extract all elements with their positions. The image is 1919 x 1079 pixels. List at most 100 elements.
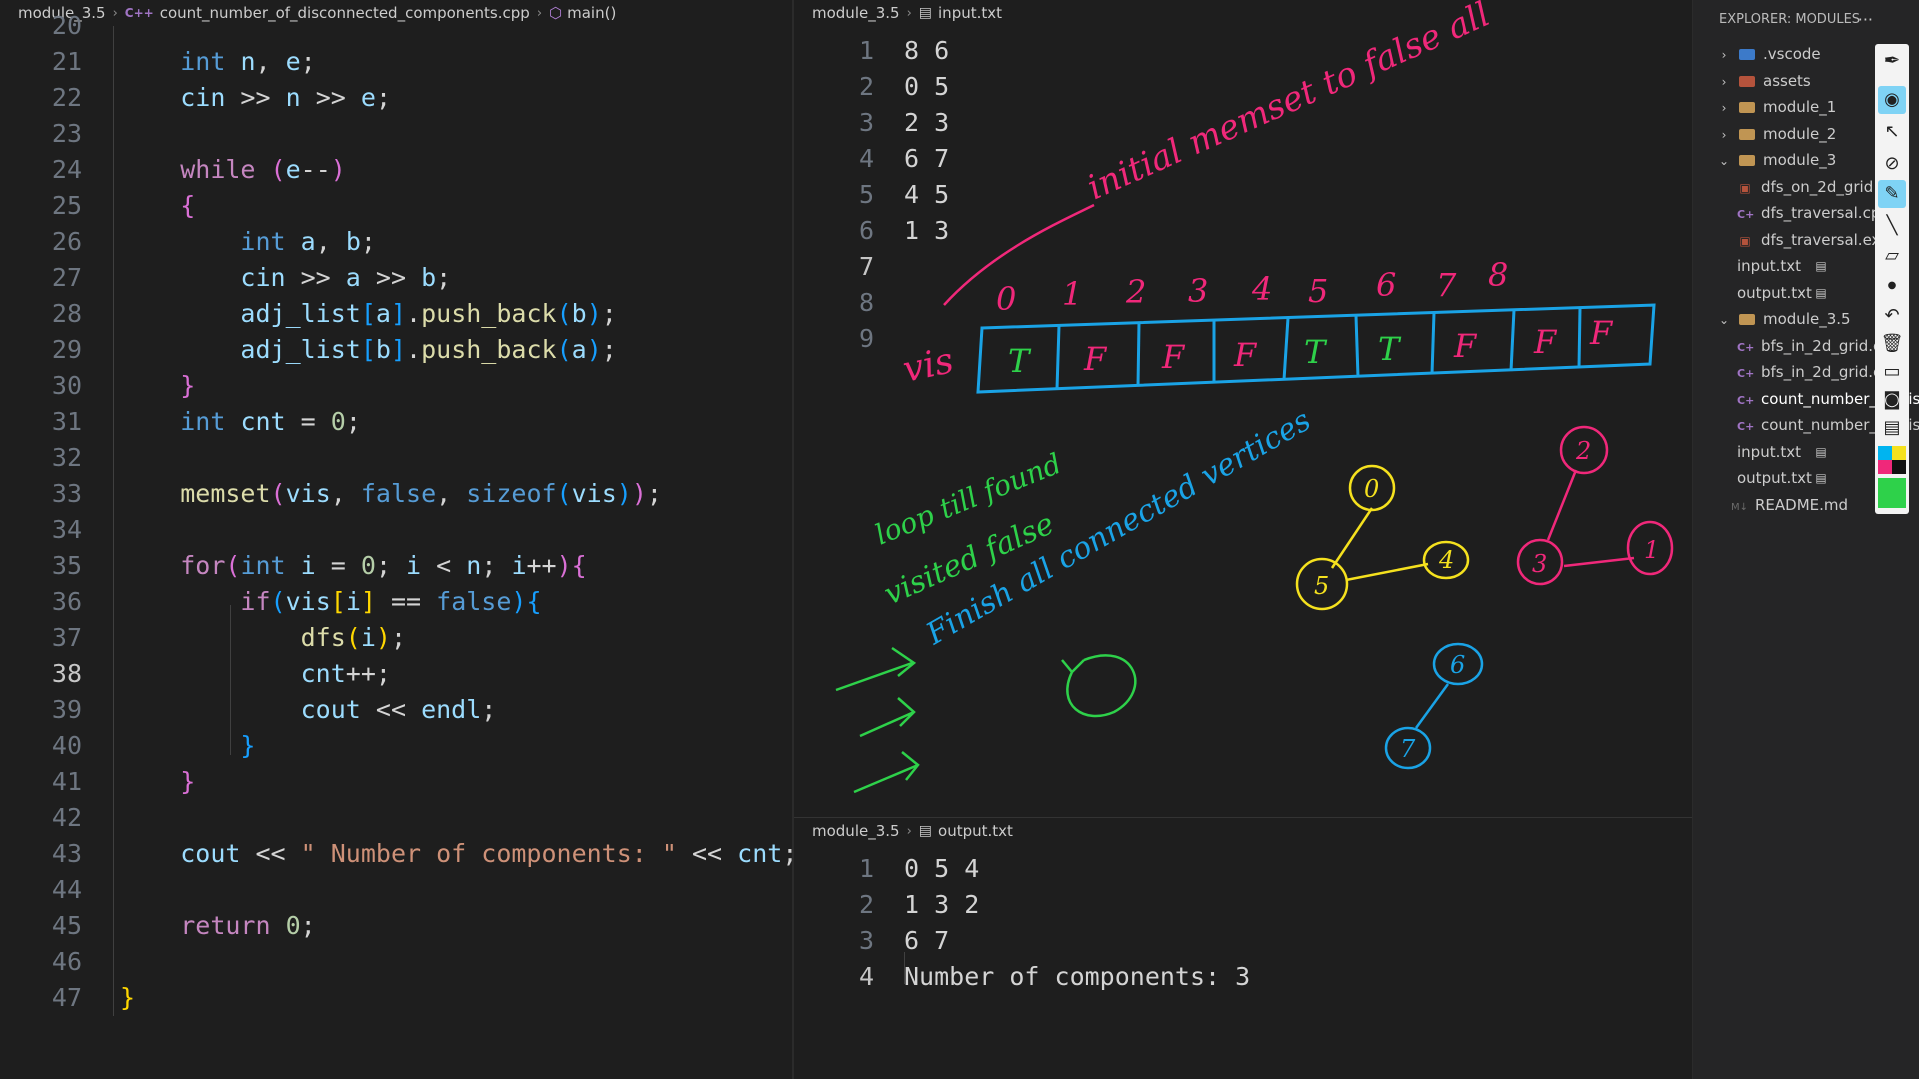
line-text: adj_list[b].push_back(a); [240,335,617,364]
code-line[interactable]: 2 1 3 2 [794,887,1692,923]
magenta-swatch[interactable] [1878,460,1892,474]
chevron-right-icon[interactable]: › [1717,95,1731,122]
code-line[interactable]: 4 Number of components: 3 [794,959,1692,995]
chevron-right-icon[interactable]: › [1717,122,1731,149]
code-line[interactable]: 27 cin >> a >> b; [0,260,792,296]
graph-pink-labels: 2 3 1 [1532,437,1659,578]
graph-node-label: 1 [1644,536,1659,564]
line-text: 0 5 4 [904,854,980,883]
explorer-item-label: output.txt [1737,283,1812,302]
cyan-swatch[interactable] [1878,446,1892,460]
code-line[interactable]: 34 [0,512,792,548]
green-swatch-icon[interactable] [1878,478,1906,508]
code-line[interactable]: 47} [0,980,792,1016]
pen-logo-icon[interactable]: ✒ [1878,46,1906,74]
code-line[interactable]: 20 [0,8,792,44]
undo-icon[interactable]: ↶ [1878,302,1906,330]
eraser-pen-icon[interactable]: ⊘ [1878,150,1906,178]
cpp-file-icon: C+ [1737,420,1755,433]
code-line[interactable]: 25 { [0,188,792,224]
explorer-item-label: module_3 [1763,151,1837,169]
code-line[interactable]: 45 return 0; [0,908,792,944]
line-number: 27 [51,263,82,292]
annotation-blue-note: Finish all connected vertices [920,403,1317,653]
code-line[interactable]: 43 cout << " Number of components: " << … [0,836,792,872]
line-number: 46 [51,947,82,976]
output-editor[interactable]: 1 0 5 4 2 1 3 2 3 6 7 4 Number of components: 3 [794,844,1692,995]
code-line[interactable]: 28 adj_list[a].push_back(b); [0,296,792,332]
color-palette-icon[interactable] [1878,446,1906,474]
code-line[interactable]: 1 0 5 4 [794,851,1692,887]
line-icon[interactable]: ╲ [1878,212,1906,240]
board-icon[interactable]: ▭ [1878,358,1906,386]
code-line[interactable]: 23 [0,116,792,152]
more-actions-icon[interactable]: ··· [1858,0,1873,40]
line-number: 2 [858,890,874,919]
code-line[interactable]: 46 [0,944,792,980]
breadcrumb-file[interactable]: output.txt [938,822,1013,840]
eye-icon[interactable]: ◉ [1878,86,1906,114]
line-number: 47 [51,983,82,1012]
chevron-right-icon[interactable]: › [1717,42,1731,69]
text-file-icon: ▤ [1815,471,1827,485]
code-line[interactable]: 42 [0,800,792,836]
code-line[interactable]: 32 [0,440,792,476]
line-number: 30 [51,371,82,400]
code-line[interactable]: 38 cnt++; [0,656,792,692]
code-line[interactable]: 44 [0,872,792,908]
index-label: 3 [1188,272,1208,310]
graph-edge [1546,469,1578,541]
code-line[interactable]: 30 } [0,368,792,404]
graph-edge [1414,683,1450,729]
exe-file-icon: ▣ [1739,180,1751,195]
code-area[interactable]: 20 21 int n, e; 22 cin >> n >> e; 23 24 whil… [0,8,792,1016]
index-label: 0 [996,280,1016,318]
explorer-item-label: input.txt [1737,257,1801,275]
line-text: cin >> n >> e; [180,83,391,112]
ruler-icon[interactable]: ▱ [1878,242,1906,270]
code-line[interactable]: 24 while (e--) [0,152,792,188]
line-number: 21 [51,47,82,76]
highlighter-icon[interactable]: ✎ [1878,180,1906,208]
line-text: cnt++; [300,659,391,688]
trash-icon[interactable]: 🗑 [1878,330,1906,358]
code-line[interactable]: 21 int n, e; [0,44,792,80]
line-number: 4 [858,962,874,991]
explorer-item-label: assets [1763,71,1811,90]
code-line[interactable]: 26 int a, b; [0,224,792,260]
text-file-icon: ▤ [1815,259,1827,273]
iteration-arrows [835,646,1137,794]
yellow-swatch[interactable] [1892,446,1906,460]
annotation-top-note: initial memset to false all [1081,0,1495,208]
code-line[interactable]: 37 dfs(i); [0,620,792,656]
line-text: cout << endl; [300,695,497,724]
code-line[interactable]: 36 if(vis[i] == false){ [0,584,792,620]
line-text: dfs(i); [300,623,407,652]
code-line[interactable]: 22 cin >> n >> e; [0,80,792,116]
cursor-icon[interactable]: ↖ [1878,118,1906,146]
line-text: } [180,371,196,400]
markdown-file-icon: M↓ [1731,501,1749,513]
graph-node-label: 7 [1400,735,1416,763]
code-line[interactable]: 31 int cnt = 0; [0,404,792,440]
graph-yellow-labels: 0 5 4 [1314,475,1454,600]
dot-icon[interactable]: ● [1878,272,1906,300]
code-line[interactable]: 3 6 7 [794,923,1692,959]
code-line[interactable]: 39 cout << endl; [0,692,792,728]
black-swatch[interactable] [1892,460,1906,474]
breadcrumb-folder[interactable]: module_3.5 [812,822,900,840]
code-line[interactable]: 35 for(int i = 0; i < n; i++){ [0,548,792,584]
line-number: 22 [51,83,82,112]
code-line[interactable]: 33 memset(vis, false, sizeof(vis)); [0,476,792,512]
cell-divider [1430,312,1436,375]
code-line[interactable]: 29 adj_list[b].push_back(a); [0,332,792,368]
clipboard-icon[interactable]: ▤ [1878,414,1906,442]
line-number: 31 [51,407,82,436]
line-text: if(vis[i] == false){ [240,587,542,616]
chevron-down-icon[interactable]: ⌄ [1717,148,1731,175]
code-line[interactable]: 41 } [0,764,792,800]
code-line[interactable]: 40 } [0,728,792,764]
chevron-right-icon[interactable]: › [1717,69,1731,96]
chevron-down-icon[interactable]: ⌄ [1717,307,1731,334]
camera-icon[interactable]: ◙ [1878,386,1906,414]
